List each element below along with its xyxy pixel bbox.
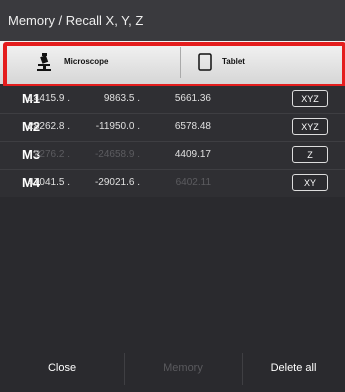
- memory-row-m3[interactable]: M3 2276.2 . -24658.9 . 4409.17 Z: [0, 142, 345, 169]
- z-value: 6578.48: [174, 121, 211, 132]
- z-value: 4409.17: [174, 149, 211, 160]
- memory-row-m2[interactable]: M2 -28262.8 . -11950.0 . 6578.48 XYZ: [0, 114, 345, 141]
- panel-title: Memory / Recall X, Y, Z: [8, 13, 144, 28]
- memory-row-m4[interactable]: M4 47041.5 . -29021.6 . 6402.11 XY: [0, 170, 345, 197]
- z-value: 5661.36: [174, 93, 211, 104]
- x-value: 2276.2 .: [33, 149, 70, 160]
- recall-axis-button[interactable]: XYZ: [292, 90, 328, 107]
- x-value: -28262.8 .: [24, 121, 70, 132]
- x-value: -14415.9 .: [24, 93, 70, 104]
- y-value: -29021.6 .: [94, 177, 140, 188]
- z-value: 6402.11: [175, 177, 211, 188]
- empty-list-area: [0, 197, 345, 345]
- title-bar: Memory / Recall X, Y, Z: [0, 0, 345, 41]
- y-value: -11950.0 .: [95, 121, 140, 132]
- close-button[interactable]: Close: [0, 345, 124, 392]
- footer-bar: Close Memory Delete all: [0, 345, 345, 392]
- recall-axis-button[interactable]: XYZ: [292, 118, 328, 135]
- x-value: 47041.5 .: [28, 177, 70, 188]
- recall-axis-button[interactable]: XY: [292, 174, 328, 191]
- y-value: 9863.5 .: [103, 93, 140, 104]
- memory-row-m1[interactable]: M1 -14415.9 . 9863.5 . 5661.36 XYZ: [0, 86, 345, 113]
- recall-axis-button[interactable]: Z: [292, 146, 328, 163]
- delete-all-button[interactable]: Delete all: [242, 345, 345, 392]
- memory-list: M1 -14415.9 . 9863.5 . 5661.36 XYZ M2 -2…: [0, 86, 345, 197]
- memory-button[interactable]: Memory: [124, 345, 242, 392]
- y-value: -24658.9 .: [94, 149, 140, 160]
- device-selector-highlight: [3, 42, 345, 88]
- memory-recall-panel: Memory / Recall X, Y, Z Microscope Table…: [0, 0, 345, 392]
